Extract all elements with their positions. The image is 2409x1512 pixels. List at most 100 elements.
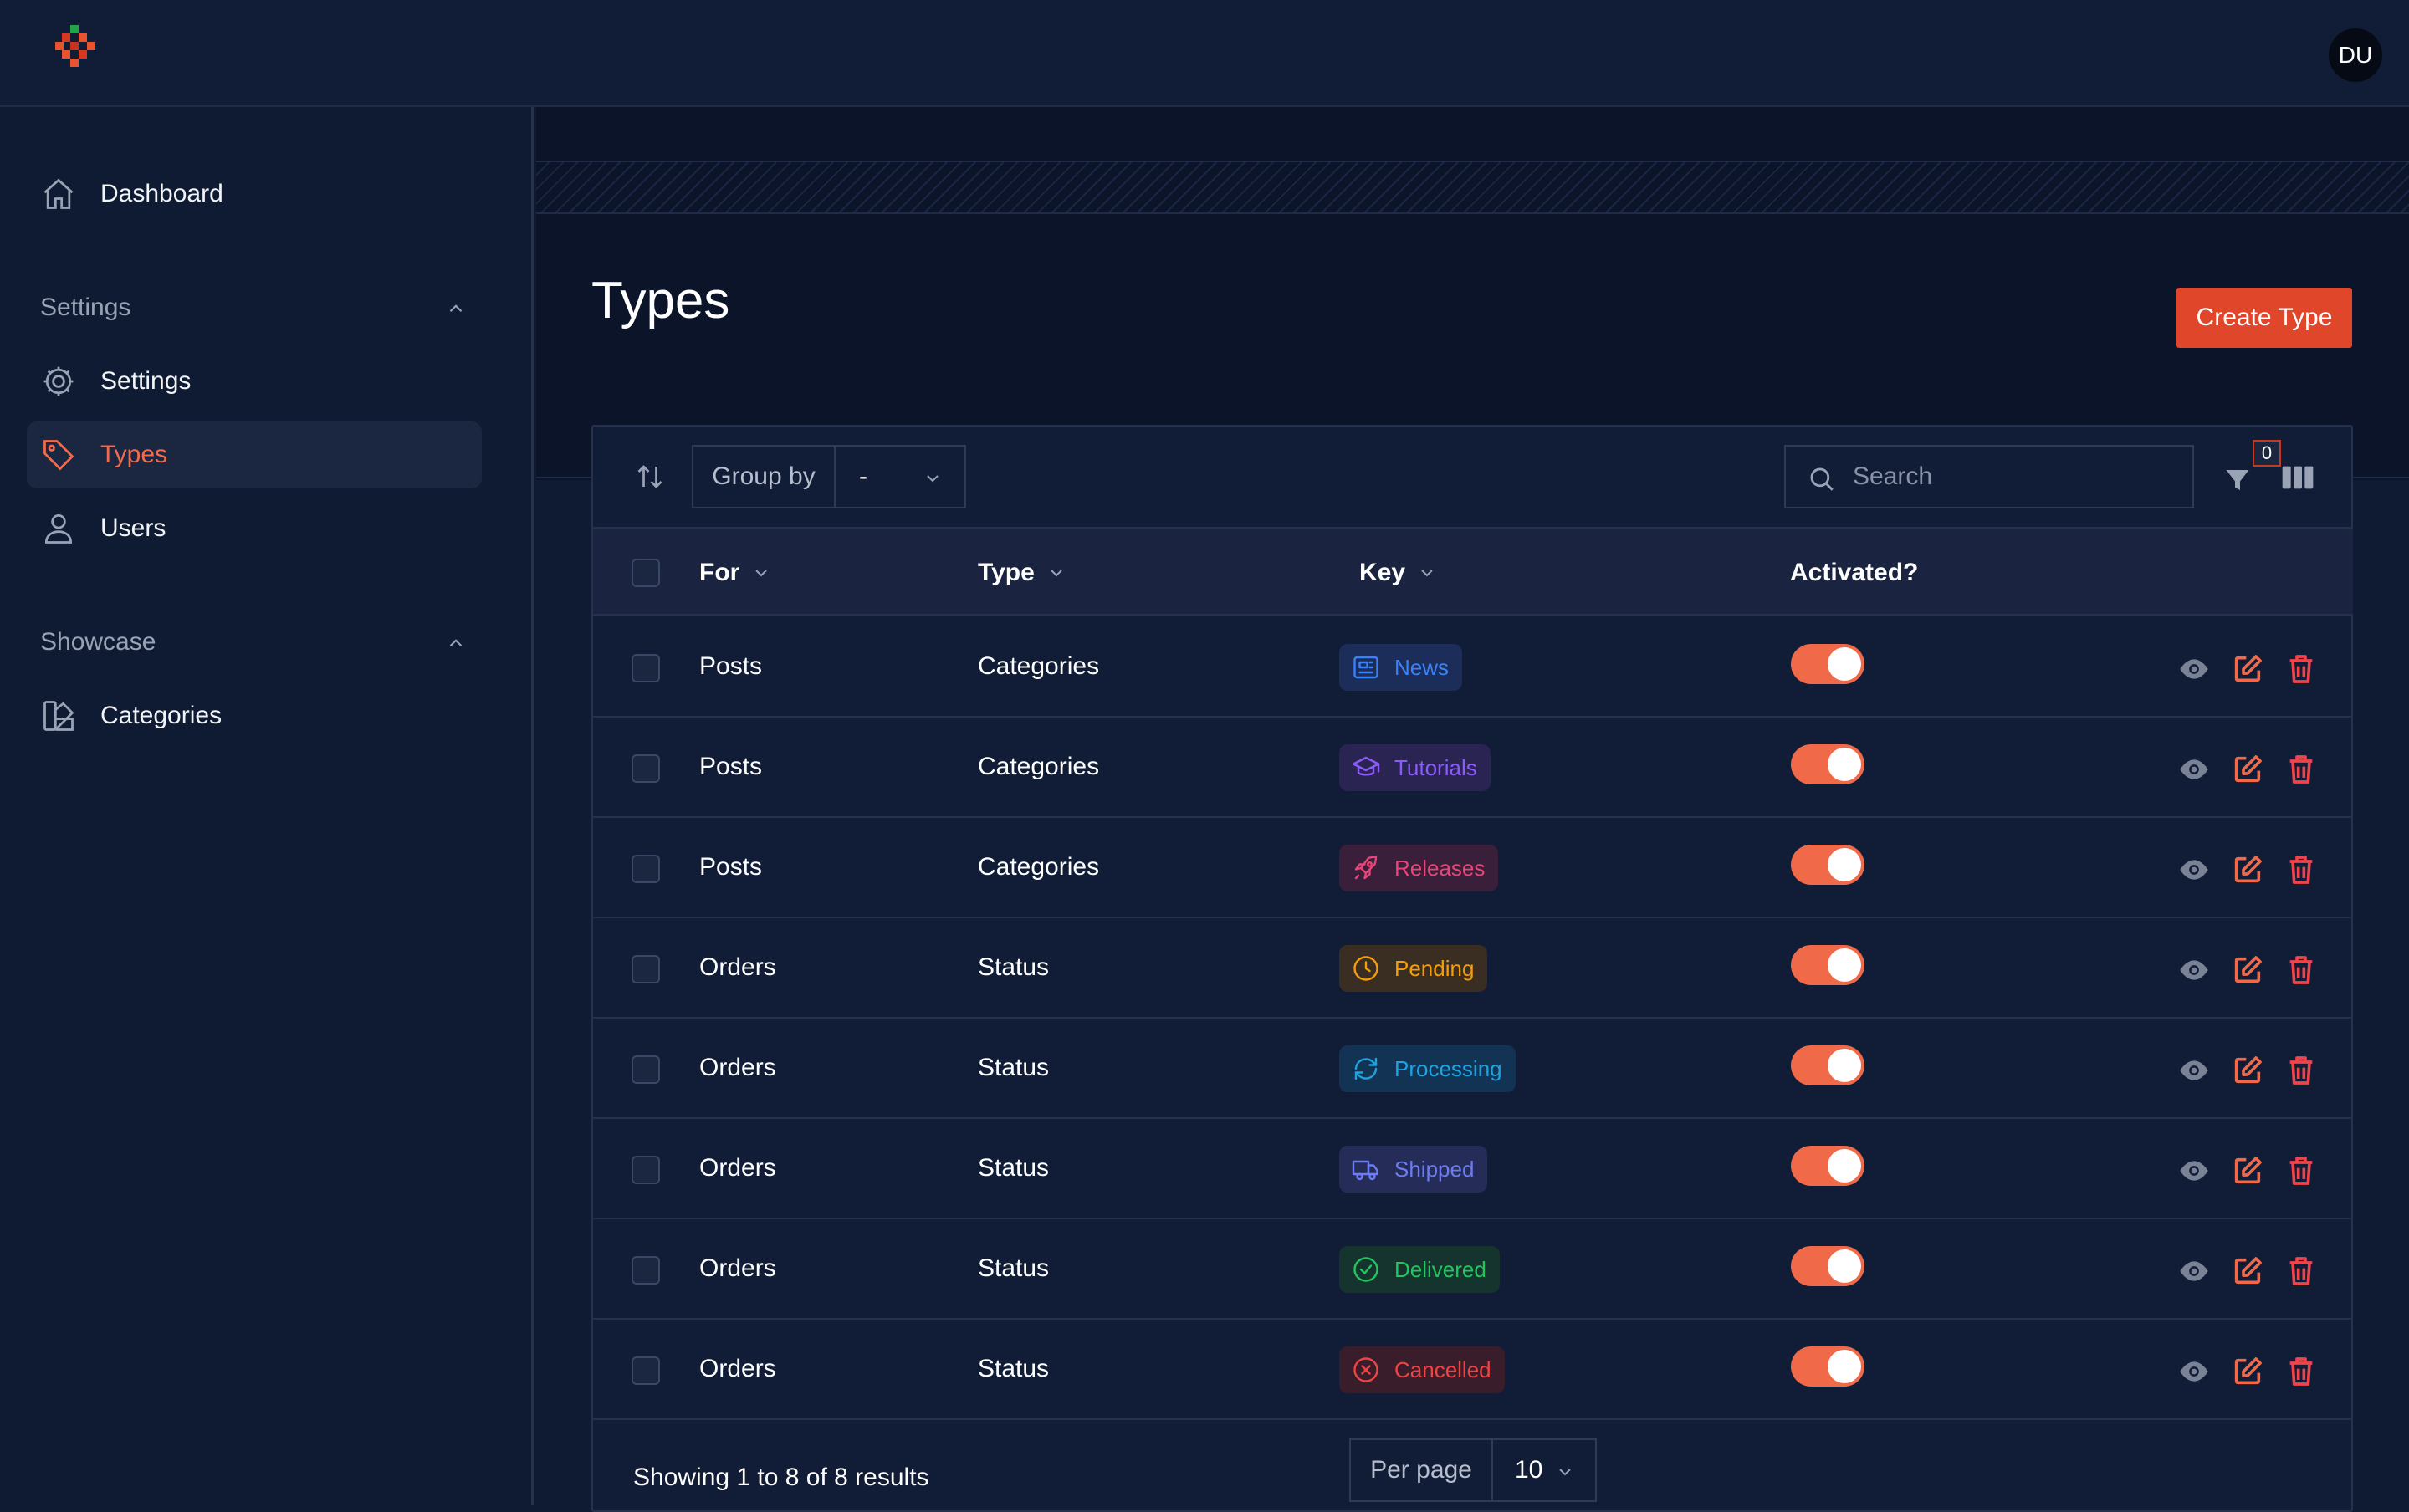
sidebar-item-types[interactable]: Types bbox=[27, 421, 482, 488]
cell-for: Orders bbox=[699, 1154, 776, 1182]
sidebar-item-label: Types bbox=[100, 441, 168, 468]
trash-icon[interactable] bbox=[2284, 1254, 2318, 1288]
edit-icon[interactable] bbox=[2231, 652, 2264, 686]
trash-icon[interactable] bbox=[2284, 753, 2318, 786]
tag-icon bbox=[43, 440, 74, 471]
trash-icon[interactable] bbox=[2284, 1355, 2318, 1388]
types-table-card: Group by - 0 For Type Key Activate bbox=[591, 425, 2353, 1512]
row-checkbox[interactable] bbox=[632, 855, 660, 883]
trash-icon[interactable] bbox=[2284, 853, 2318, 886]
per-page-label: Per page bbox=[1351, 1440, 1493, 1500]
cell-type: Status bbox=[978, 953, 1050, 981]
sidebar-item-categories[interactable]: Categories bbox=[27, 682, 482, 749]
group-by-label: Group by bbox=[693, 447, 836, 507]
group-by-select[interactable]: Group by - bbox=[692, 445, 966, 508]
column-header-label: Key bbox=[1359, 559, 1406, 586]
key-label: Cancelled bbox=[1394, 1356, 1491, 1382]
edit-icon[interactable] bbox=[2231, 753, 2264, 786]
group-by-selected: - bbox=[859, 462, 867, 490]
eye-icon[interactable] bbox=[2177, 753, 2211, 786]
trash-icon[interactable] bbox=[2284, 652, 2318, 686]
activated-toggle[interactable] bbox=[1791, 945, 1864, 985]
toggle-knob bbox=[1828, 1149, 1861, 1183]
page-title: Types bbox=[591, 272, 730, 329]
edit-icon[interactable] bbox=[2231, 1154, 2264, 1188]
activated-toggle[interactable] bbox=[1791, 744, 1864, 784]
column-header-activated: Activated? bbox=[1790, 559, 1918, 587]
cell-for: Orders bbox=[699, 1054, 776, 1081]
activated-toggle[interactable] bbox=[1791, 845, 1864, 885]
column-header-label: Type bbox=[978, 559, 1035, 586]
sidebar-item-settings[interactable]: Settings bbox=[27, 348, 482, 415]
x-circle-icon bbox=[1353, 1357, 1378, 1382]
chevron-down-icon bbox=[927, 475, 939, 483]
app-logo[interactable] bbox=[55, 25, 105, 84]
create-type-button[interactable]: Create Type bbox=[2176, 288, 2352, 348]
select-all-checkbox[interactable] bbox=[632, 559, 660, 587]
edit-icon[interactable] bbox=[2231, 1054, 2264, 1087]
user-icon bbox=[44, 514, 73, 544]
activated-toggle[interactable] bbox=[1791, 1346, 1864, 1387]
search-input[interactable] bbox=[1853, 458, 2179, 495]
edit-icon[interactable] bbox=[2231, 853, 2264, 886]
filter-icon[interactable] bbox=[2222, 463, 2253, 497]
row-checkbox[interactable] bbox=[632, 754, 660, 783]
column-header-for[interactable]: For bbox=[699, 559, 771, 587]
cell-type: Status bbox=[978, 1054, 1050, 1081]
table-row: Orders Status Pending bbox=[593, 918, 2353, 1019]
column-header-type[interactable]: Type bbox=[978, 559, 1066, 587]
column-header-key[interactable]: Key bbox=[1359, 559, 1437, 587]
cell-for: Orders bbox=[699, 1254, 776, 1282]
sidebar-item-dashboard[interactable]: Dashboard bbox=[27, 161, 482, 227]
columns-icon[interactable] bbox=[2281, 463, 2314, 492]
user-avatar[interactable]: DU bbox=[2329, 28, 2382, 82]
per-page-value[interactable]: 10 bbox=[1493, 1440, 1595, 1500]
key-badge: Cancelled bbox=[1339, 1346, 1505, 1393]
newspaper-icon bbox=[1353, 656, 1378, 679]
table-row: Posts Categories Releases bbox=[593, 818, 2353, 918]
trash-icon[interactable] bbox=[2284, 1054, 2318, 1087]
eye-icon[interactable] bbox=[2177, 1154, 2211, 1188]
graduation-cap-icon bbox=[1352, 756, 1380, 776]
sidebar: Dashboard Settings Settings Types Users … bbox=[0, 107, 534, 1505]
row-checkbox[interactable] bbox=[632, 1055, 660, 1084]
eye-icon[interactable] bbox=[2177, 1254, 2211, 1288]
trash-icon[interactable] bbox=[2284, 953, 2318, 987]
per-page-select[interactable]: Per page 10 bbox=[1349, 1438, 1597, 1502]
chevron-down-icon bbox=[1559, 1469, 1571, 1476]
sort-icon[interactable] bbox=[635, 462, 665, 492]
row-checkbox[interactable] bbox=[632, 1156, 660, 1184]
row-checkbox[interactable] bbox=[632, 654, 660, 682]
row-checkbox[interactable] bbox=[632, 955, 660, 983]
sidebar-group-showcase[interactable]: Showcase bbox=[40, 626, 467, 659]
search-box[interactable] bbox=[1784, 445, 2194, 508]
eye-icon[interactable] bbox=[2177, 853, 2211, 886]
clock-icon bbox=[1353, 956, 1378, 981]
table-row: Orders Status Cancelled bbox=[593, 1320, 2353, 1420]
key-badge: Shipped bbox=[1339, 1146, 1488, 1193]
eye-icon[interactable] bbox=[2177, 652, 2211, 686]
eye-icon[interactable] bbox=[2177, 953, 2211, 987]
sidebar-group-settings[interactable]: Settings bbox=[40, 291, 467, 324]
sidebar-item-users[interactable]: Users bbox=[27, 495, 482, 562]
edit-icon[interactable] bbox=[2231, 953, 2264, 987]
eye-icon[interactable] bbox=[2177, 1054, 2211, 1087]
eye-icon[interactable] bbox=[2177, 1355, 2211, 1388]
toggle-knob bbox=[1828, 848, 1861, 881]
activated-toggle[interactable] bbox=[1791, 1246, 1864, 1286]
activated-toggle[interactable] bbox=[1791, 644, 1864, 684]
activated-toggle[interactable] bbox=[1791, 1146, 1864, 1186]
trash-icon[interactable] bbox=[2284, 1154, 2318, 1188]
chevron-down-icon bbox=[1051, 570, 1062, 577]
results-summary: Showing 1 to 8 of 8 results bbox=[633, 1463, 929, 1491]
group-by-value[interactable]: - bbox=[836, 447, 964, 507]
edit-icon[interactable] bbox=[2231, 1355, 2264, 1388]
row-checkbox[interactable] bbox=[632, 1256, 660, 1285]
edit-icon[interactable] bbox=[2231, 1254, 2264, 1288]
toggle-knob bbox=[1828, 948, 1861, 982]
key-badge: Processing bbox=[1339, 1045, 1516, 1092]
filter-count-badge: 0 bbox=[2253, 440, 2281, 467]
row-checkbox[interactable] bbox=[632, 1356, 660, 1385]
activated-toggle[interactable] bbox=[1791, 1045, 1864, 1085]
key-label: Releases bbox=[1394, 855, 1486, 881]
